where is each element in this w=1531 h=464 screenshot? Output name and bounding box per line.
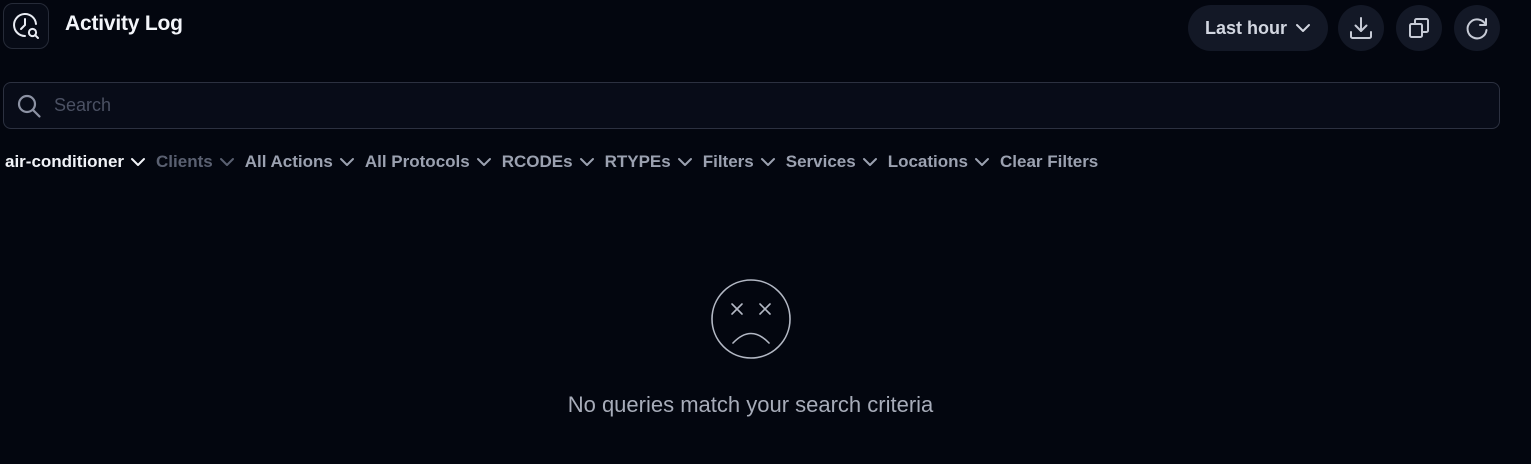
page-title: Activity Log (65, 12, 183, 35)
chevron-down-icon (760, 154, 776, 170)
search-box (3, 82, 1500, 129)
filter-label: All Actions (244, 152, 333, 171)
filter-filters[interactable]: Filters (703, 150, 776, 174)
clock-search-icon (13, 13, 39, 39)
filter-label: Filters (702, 152, 754, 171)
filter-protocols[interactable]: All Protocols (365, 150, 492, 174)
empty-state-message: No queries match your search criteria (567, 392, 934, 417)
filter-rtypes[interactable]: RTYPEs (605, 150, 693, 174)
filter-label: Services (785, 152, 856, 171)
filter-label: Locations (887, 152, 968, 171)
copy-button[interactable] (1396, 5, 1442, 51)
download-icon (1350, 17, 1372, 39)
filter-services[interactable]: Services (786, 150, 878, 174)
download-button[interactable] (1338, 5, 1384, 51)
chevron-down-icon (219, 154, 235, 170)
filter-locations[interactable]: Locations (888, 150, 990, 174)
time-range-label: Last hour (1204, 17, 1287, 38)
activity-log-page: Activity Log Last hour Search air-condit… (0, 0, 1531, 464)
sad-face-icon (711, 279, 791, 359)
filter-bar: air-conditioner Clients All Actions All … (5, 150, 1108, 174)
chevron-down-icon (339, 154, 355, 170)
chevron-down-icon (677, 154, 693, 170)
chevron-down-icon (974, 154, 990, 170)
time-range-dropdown[interactable]: Last hour (1188, 5, 1328, 51)
filter-device[interactable]: air-conditioner (5, 150, 146, 174)
app-icon (3, 3, 49, 49)
filter-label: RCODEs (501, 152, 573, 171)
filter-label: RTYPEs (604, 152, 671, 171)
filter-label: Clients (156, 152, 213, 171)
chevron-down-icon (1296, 24, 1310, 32)
filter-rcodes[interactable]: RCODEs (502, 150, 595, 174)
filter-label: air-conditioner (5, 152, 125, 171)
chevron-down-icon (130, 154, 146, 170)
chevron-down-icon (579, 154, 595, 170)
filter-actions[interactable]: All Actions (245, 150, 355, 174)
chevron-down-icon (862, 154, 878, 170)
chevron-down-icon (476, 154, 492, 170)
refresh-button[interactable] (1454, 5, 1500, 51)
clear-filters-button[interactable]: Clear Filters (1000, 150, 1098, 174)
search-icon (16, 93, 42, 119)
search-input[interactable] (52, 82, 1499, 129)
copy-icon (1409, 18, 1429, 38)
filter-label: All Protocols (364, 152, 470, 171)
filter-clients[interactable]: Clients (156, 150, 235, 174)
refresh-icon (1466, 18, 1488, 40)
